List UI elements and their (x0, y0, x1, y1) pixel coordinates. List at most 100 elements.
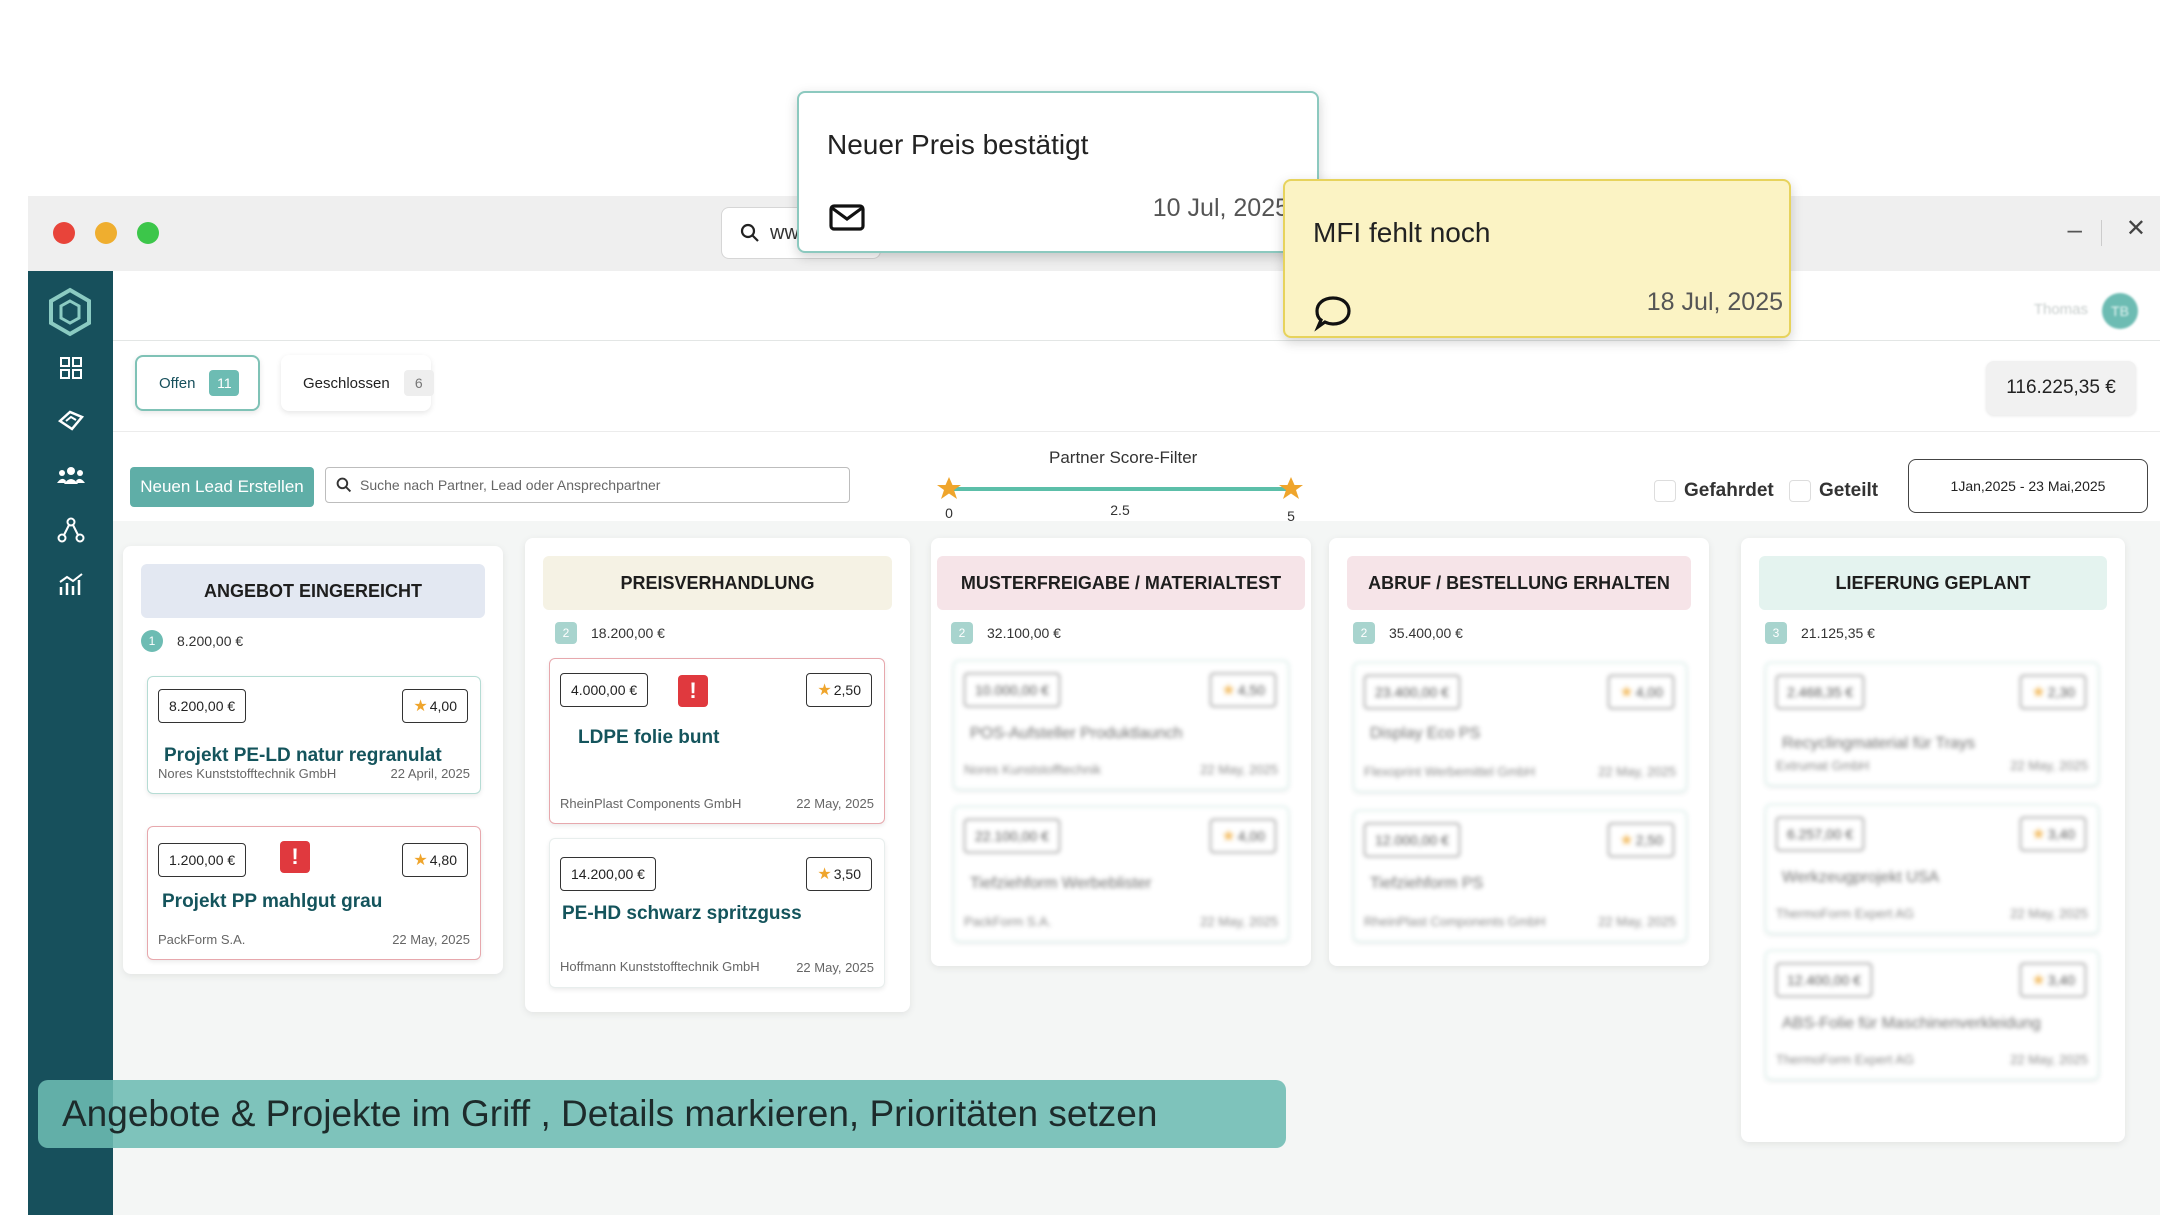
chat-bubble-icon (1314, 296, 1351, 332)
card-amount: 1.200,00 € (158, 843, 247, 877)
column-count: 2 (951, 622, 973, 644)
star-icon: ★ (817, 866, 832, 883)
card-score: ★ 3,40 (2020, 817, 2086, 851)
endangered-filter[interactable]: Gefahrdet (1654, 480, 1774, 502)
notification-date: 18 Jul, 2025 (1646, 288, 1783, 316)
card-title: Projekt PE-LD natur regranulat (164, 745, 442, 766)
lead-card[interactable]: 23.400,00 € ★ 4,00 Display Eco PS Flexopr… (1353, 662, 1687, 792)
card-company: ThermoForm Expert AG (1776, 1052, 1914, 1067)
card-company: RheinPlast Components GmbH (1364, 914, 1546, 929)
card-date: 22 May, 2025 (1200, 914, 1278, 929)
card-company: Extrumat GmbH (1776, 758, 1870, 773)
tab-closed[interactable]: Geschlossen 6 (281, 355, 434, 411)
address-text: ww (770, 221, 799, 244)
card-score-value: 2,30 (2047, 684, 2075, 700)
card-company: Hoffmann Kunststofftechnik GmbH (560, 959, 760, 974)
notification-mfi-missing[interactable]: MFI fehlt noch 18 Jul, 2025 (1283, 179, 1791, 338)
card-score: ★ 2,50 (1608, 823, 1674, 857)
star-icon: ★ (2031, 972, 2046, 989)
card-title: PE-HD schwarz spritzguss (562, 903, 802, 924)
caption-banner: Angebote & Projekte im Griff , Details m… (38, 1080, 1286, 1148)
lead-card[interactable]: 1.200,00 € ! ★ 4,80 Projekt PP mahlgut gr… (147, 826, 481, 960)
avatar[interactable]: TB (2102, 293, 2138, 329)
card-title: ABS-Folie für Maschinenverkleidung (1782, 1015, 2041, 1032)
tab-open-count: 11 (209, 370, 240, 396)
card-company: ThermoForm Expert AG (1776, 906, 1914, 921)
envelope-icon (829, 204, 865, 231)
notification-title: Neuer Preis bestätigt (827, 129, 1089, 160)
card-company: RheinPlast Components GmbH (560, 796, 742, 811)
lead-card[interactable]: 8.200,00 € ★ 4,00 Projekt PE-LD natur reg… (147, 676, 481, 794)
column-sum: 35.400,00 € (1389, 625, 1463, 641)
lead-card[interactable]: 14.200,00 € ★ 3,50 PE-HD schwarz spritzgu… (549, 838, 885, 988)
date-range-picker[interactable]: 1Jan,2025 - 23 Mai,2025 (1908, 459, 2148, 513)
app-logo-icon[interactable] (45, 287, 95, 337)
star-icon: ★ (1619, 684, 1634, 701)
card-company: Nores Kunststofftechnik GmbH (158, 766, 337, 781)
endangered-label: Gefahrdet (1684, 480, 1774, 501)
score-filter-title: Partner Score-Filter (1049, 448, 1198, 467)
card-score: ★ 2,30 (2020, 675, 2086, 709)
dashboard-grid-icon[interactable] (54, 351, 88, 385)
shared-label: Geteilt (1819, 480, 1879, 501)
card-date: 22 May, 2025 (1200, 762, 1278, 777)
search-input[interactable] (360, 477, 840, 493)
column-angebot: ANGEBOT EINGEREICHT 1 8.200,00 € 8.200,0… (123, 546, 503, 974)
column-preisverhandlung: PREISVERHANDLUNG 2 18.200,00 € 4.000,00 … (525, 538, 910, 1012)
column-count: 3 (1765, 622, 1787, 644)
card-title: Display Eco PS (1370, 725, 1481, 742)
card-company: PackForm S.A. (158, 932, 246, 947)
pipeline-total: 116.225,35 € (1986, 361, 2136, 415)
lead-card[interactable]: 22.100,00 € ★ 4,00 Tiefziehform Werbeblis… (953, 806, 1289, 942)
card-title: Recyclingmaterial für Trays (1782, 735, 1975, 752)
warning-icon: ! (678, 675, 708, 707)
card-company: PackForm S.A. (964, 914, 1052, 929)
maximize-window-button[interactable] (137, 222, 159, 244)
card-date: 22 May, 2025 (796, 796, 874, 811)
notification-price-confirmed[interactable]: Neuer Preis bestätigt 10 Jul, 2025 (797, 91, 1319, 253)
shared-filter[interactable]: Geteilt (1789, 480, 1878, 502)
analytics-chart-icon[interactable] (54, 567, 88, 601)
lead-card[interactable]: 4.000,00 € ! ★ 2,50 LDPE folie bunt Rhein… (549, 658, 885, 824)
card-amount: 12.000,00 € (1364, 823, 1460, 857)
card-amount: 8.200,00 € (158, 689, 247, 723)
minimize-icon[interactable]: – (2068, 214, 2082, 245)
slider-mid-label: 2.5 (1110, 502, 1130, 518)
lead-card[interactable]: 10.000,00 € ★ 4,50 POS-Aufsteller Produkt… (953, 660, 1289, 790)
card-amount: 23.400,00 € (1364, 675, 1460, 709)
lead-card[interactable]: 12.000,00 € ★ 2,50 Tiefziehform PS RheinP… (1353, 810, 1687, 942)
tab-open[interactable]: Offen 11 (135, 355, 260, 411)
minimize-window-button[interactable] (95, 222, 117, 244)
column-count: 2 (1353, 622, 1375, 644)
star-icon: ★ (817, 682, 832, 699)
lead-card[interactable]: 2.468,35 € ★ 2,30 Recyclingmaterial für T… (1765, 662, 2099, 786)
shared-checkbox[interactable] (1789, 480, 1811, 502)
contacts-group-icon[interactable] (54, 459, 88, 493)
search-icon (336, 477, 352, 493)
lead-card[interactable]: 12.400,00 € ★ 3,40 ABS-Folie für Maschine… (1765, 950, 2099, 1080)
notification-date: 10 Jul, 2025 (1152, 194, 1289, 222)
close-window-button[interactable] (53, 222, 75, 244)
close-icon[interactable]: ✕ (2126, 214, 2146, 243)
star-icon: ★ (1619, 832, 1634, 849)
sidebar (28, 271, 113, 1215)
card-score-value: 3,50 (833, 866, 861, 882)
column-sum: 18.200,00 € (591, 625, 665, 641)
card-amount: 6.257,00 € (1776, 817, 1865, 851)
new-lead-button[interactable]: Neuen Lead Erstellen (130, 467, 314, 507)
card-title: Projekt PP mahlgut grau (162, 891, 383, 912)
card-date: 22 May, 2025 (392, 932, 470, 947)
tab-closed-count: 6 (403, 370, 434, 396)
column-title: PREISVERHANDLUNG (543, 556, 892, 610)
endangered-checkbox[interactable] (1654, 480, 1676, 502)
column-sum: 21.125,35 € (1801, 625, 1875, 641)
card-score-value: 3,40 (2047, 972, 2075, 988)
app-window: ww – ✕ Thomas TB Offen 11 Geschlossen 6 … (28, 196, 2160, 1215)
filter-bar: Neuen Lead Erstellen Partner Score-Filte… (113, 431, 2160, 524)
lead-card[interactable]: 6.257,00 € ★ 3,40 Werkzeugprojekt USA The… (1765, 804, 2099, 934)
card-score-value: 4,00 (1635, 684, 1663, 700)
deals-handshake-icon[interactable] (54, 404, 88, 438)
network-hierarchy-icon[interactable] (54, 513, 88, 547)
card-score: ★ 3,40 (2020, 963, 2086, 997)
column-lieferung: LIEFERUNG GEPLANT 3 21.125,35 € 2.468,35… (1741, 538, 2125, 1142)
